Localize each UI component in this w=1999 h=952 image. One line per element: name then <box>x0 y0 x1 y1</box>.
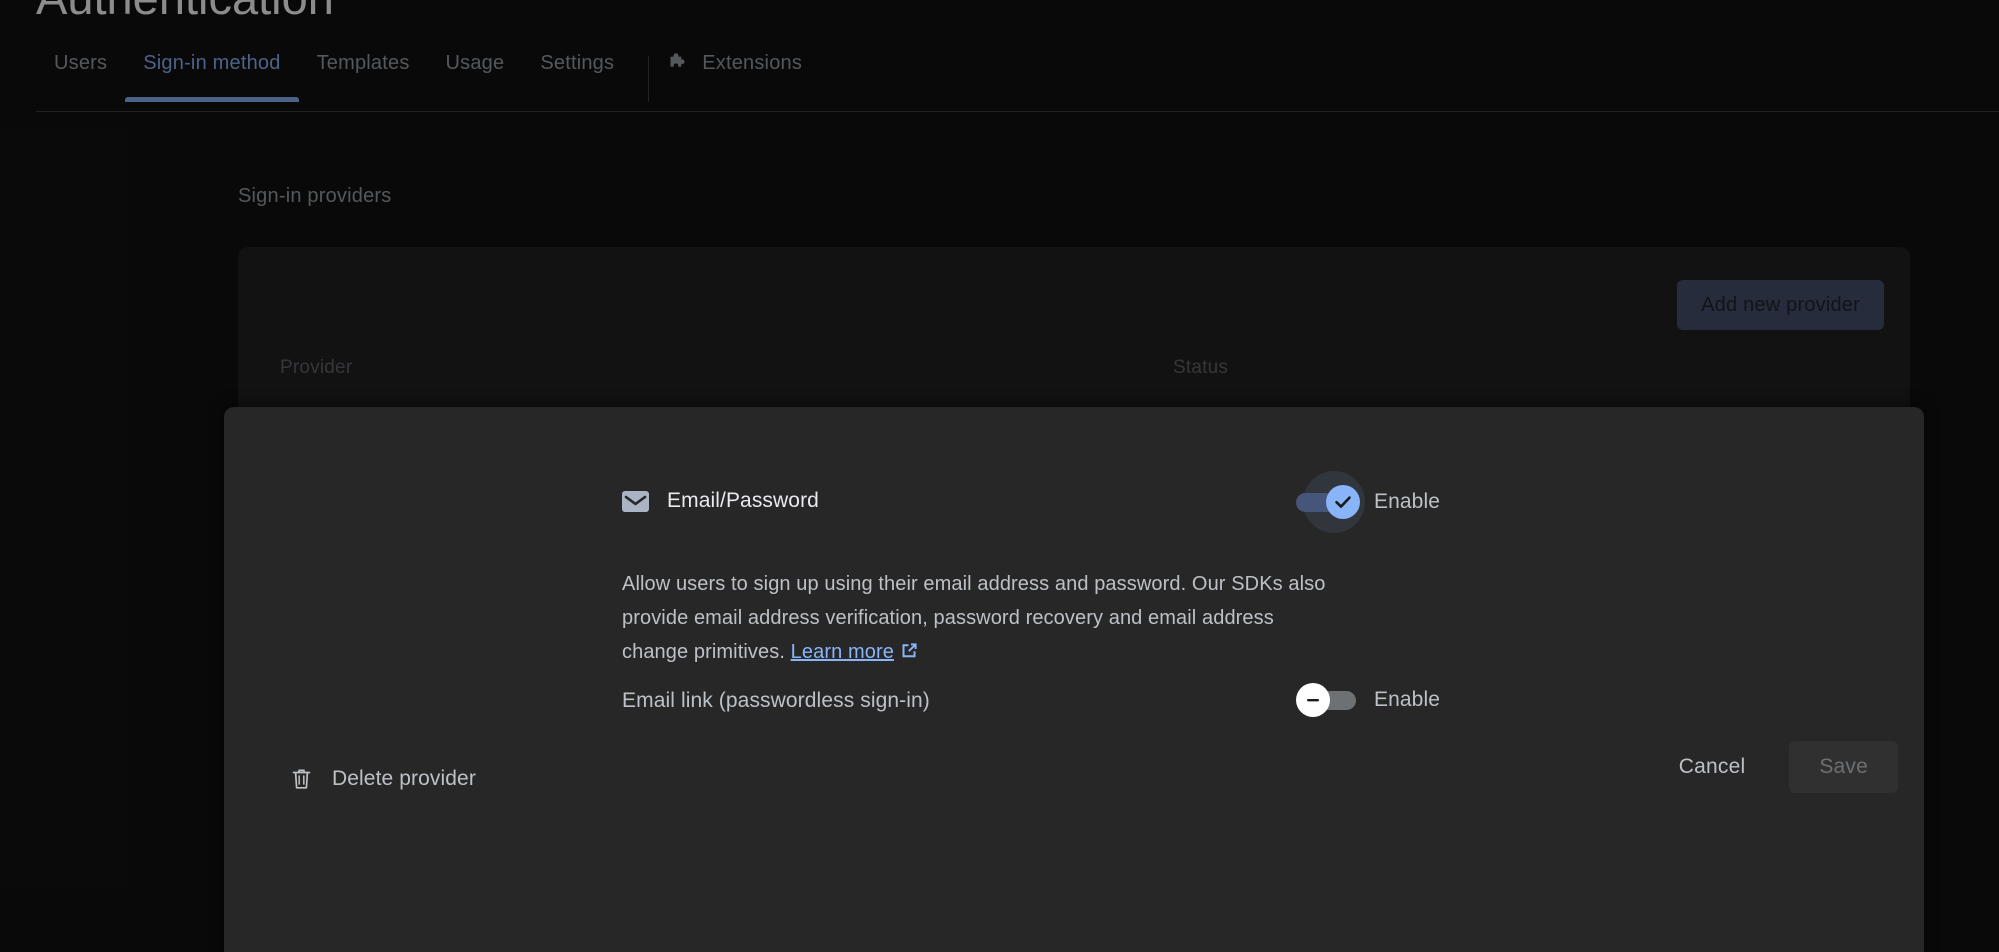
provider-description-text: Allow users to sign up using their email… <box>622 573 1326 663</box>
provider-row: Email/Password Enable <box>224 471 1924 545</box>
email-link-label: Email link (passwordless sign-in) <box>622 689 930 712</box>
email-link-toggle-group: Enable <box>1296 683 1440 717</box>
check-icon <box>1335 496 1351 508</box>
envelope-icon <box>622 490 649 512</box>
learn-more-label: Learn more <box>790 641 894 663</box>
save-button[interactable]: Save <box>1789 741 1898 793</box>
open-in-new-icon <box>900 637 919 671</box>
provider-description: Allow users to sign up using their email… <box>622 567 1342 671</box>
toggle-knob <box>1326 485 1360 519</box>
email-password-toggle-label: Enable <box>1374 490 1440 513</box>
provider-config-modal: Email/Password Enable Allow users to sig… <box>224 407 1924 952</box>
provider-identity: Email/Password <box>622 489 819 513</box>
delete-provider-button[interactable]: Delete provider <box>291 767 476 791</box>
learn-more-link[interactable]: Learn more <box>791 641 919 663</box>
minus-icon <box>1307 699 1319 702</box>
email-password-toggle[interactable] <box>1296 471 1365 533</box>
trash-icon <box>291 767 312 791</box>
toggle-knob <box>1296 683 1330 717</box>
email-link-row: Email link (passwordless sign-in) Enable <box>224 683 1924 728</box>
modal-footer: Delete provider Cancel Save <box>224 741 1924 831</box>
email-link-toggle-label: Enable <box>1374 688 1440 711</box>
cancel-button[interactable]: Cancel <box>1657 741 1768 793</box>
provider-name: Email/Password <box>667 489 819 512</box>
delete-provider-label: Delete provider <box>332 767 476 790</box>
modal-actions: Cancel Save <box>1657 741 1898 793</box>
email-password-toggle-group: Enable <box>1296 471 1440 533</box>
email-link-toggle[interactable] <box>1296 683 1358 717</box>
authentication-page: Authentication Users Sign-in method Temp… <box>0 0 1999 952</box>
